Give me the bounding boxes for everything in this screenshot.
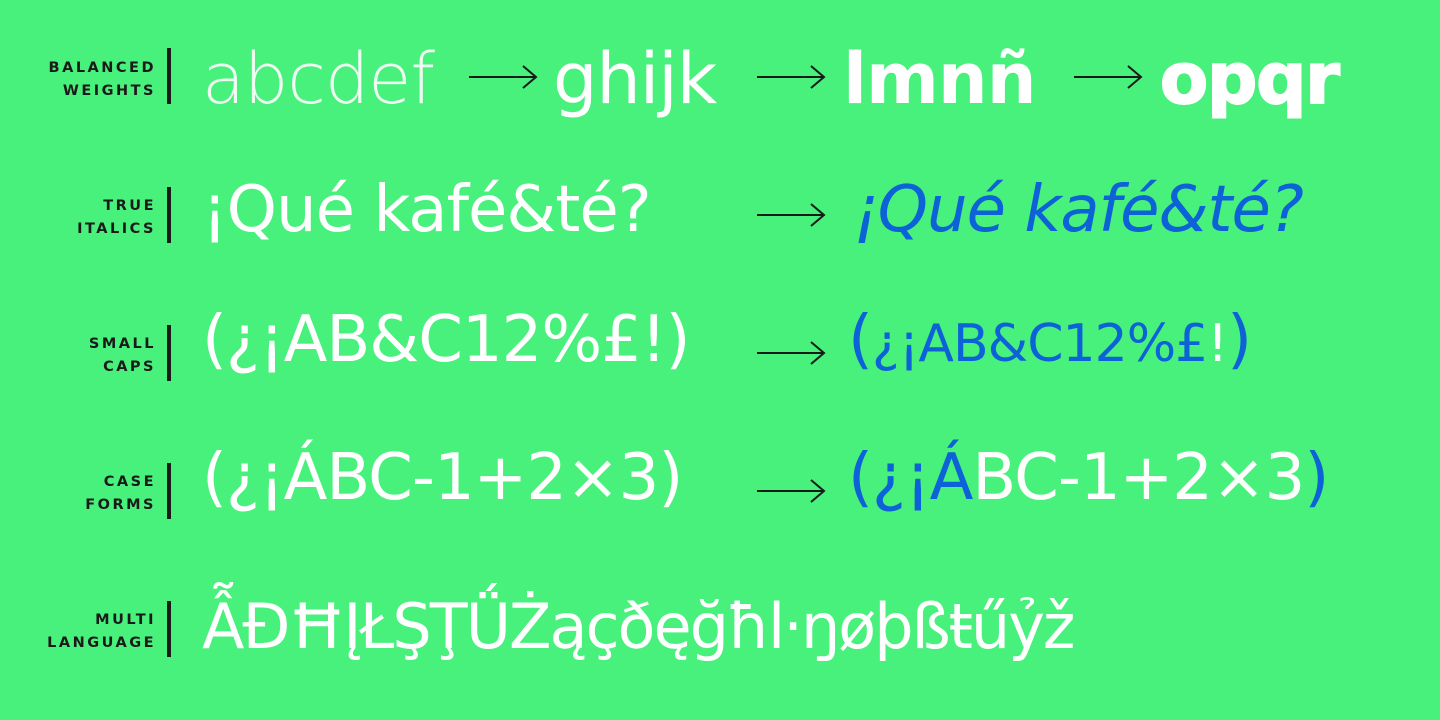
divider-bar — [167, 325, 171, 381]
paren-close: ) — [1227, 303, 1252, 377]
sample-bold: lmnñ — [843, 38, 1037, 120]
small-caps-tail: ! — [1207, 314, 1228, 374]
row-label: SMALL CAPS — [89, 333, 156, 379]
arrow-right-icon — [469, 65, 538, 89]
row-label: BALANCED WEIGHTS — [49, 57, 156, 103]
sample-default-case: (¿¡ÁBC-1+2×3) — [202, 441, 683, 515]
label-line-2: CAPS — [103, 359, 156, 375]
sample-multi-language: ẪĐĦĮŁŞŢǗŻąçðęğħl·ŋøþßŧűỷž — [202, 590, 1075, 663]
label-line-1: SMALL — [88, 336, 156, 352]
arrow-right-icon — [1074, 65, 1143, 89]
divider-bar — [167, 187, 171, 243]
label-line-1: TRUE — [103, 198, 156, 214]
arrow-right-icon — [757, 203, 826, 227]
paren-close: ) — [1304, 441, 1329, 515]
divider-bar — [167, 463, 171, 519]
sample-upright: ¡Qué kafé&té? — [202, 173, 652, 247]
row-label: TRUE ITALICS — [77, 195, 156, 241]
case-body: ¿¡Á — [871, 441, 973, 515]
row-label: CASE FORMS — [85, 471, 156, 517]
small-caps-digits: 12%£ — [1062, 314, 1209, 374]
sample-regular: ghijk — [553, 38, 717, 120]
label-line-2: FORMS — [85, 497, 156, 513]
case-rest: BC-1+2×3 — [972, 441, 1305, 515]
label-line-1: BALANCED — [48, 60, 156, 76]
sample-italic: ¡Qué kafé&té? — [853, 173, 1304, 247]
paren-open: ( — [848, 441, 873, 515]
arrow-right-icon — [757, 341, 826, 365]
small-caps-body: ¿¡AB&C — [871, 314, 1064, 374]
sample-thin: abcdef — [202, 38, 435, 120]
label-line-1: MULTI — [95, 612, 156, 628]
sample-black: opqr — [1159, 38, 1341, 120]
label-line-1: CASE — [103, 474, 156, 490]
label-line-2: ITALICS — [77, 221, 156, 237]
divider-bar — [167, 601, 171, 657]
sample-caps: (¿¡AB&C12%£!) — [202, 303, 690, 377]
label-line-2: LANGUAGE — [47, 635, 156, 651]
sample-small-caps: (¿¡AB&C12%£!) — [848, 303, 1252, 377]
label-line-2: WEIGHTS — [62, 83, 156, 99]
divider-bar — [167, 48, 171, 104]
row-label: MULTI LANGUAGE — [47, 609, 156, 655]
arrow-right-icon — [757, 65, 826, 89]
sample-case-sensitive: (¿¡ÁBC-1+2×3) — [848, 441, 1329, 515]
paren-open: ( — [848, 303, 873, 377]
arrow-right-icon — [757, 479, 826, 503]
